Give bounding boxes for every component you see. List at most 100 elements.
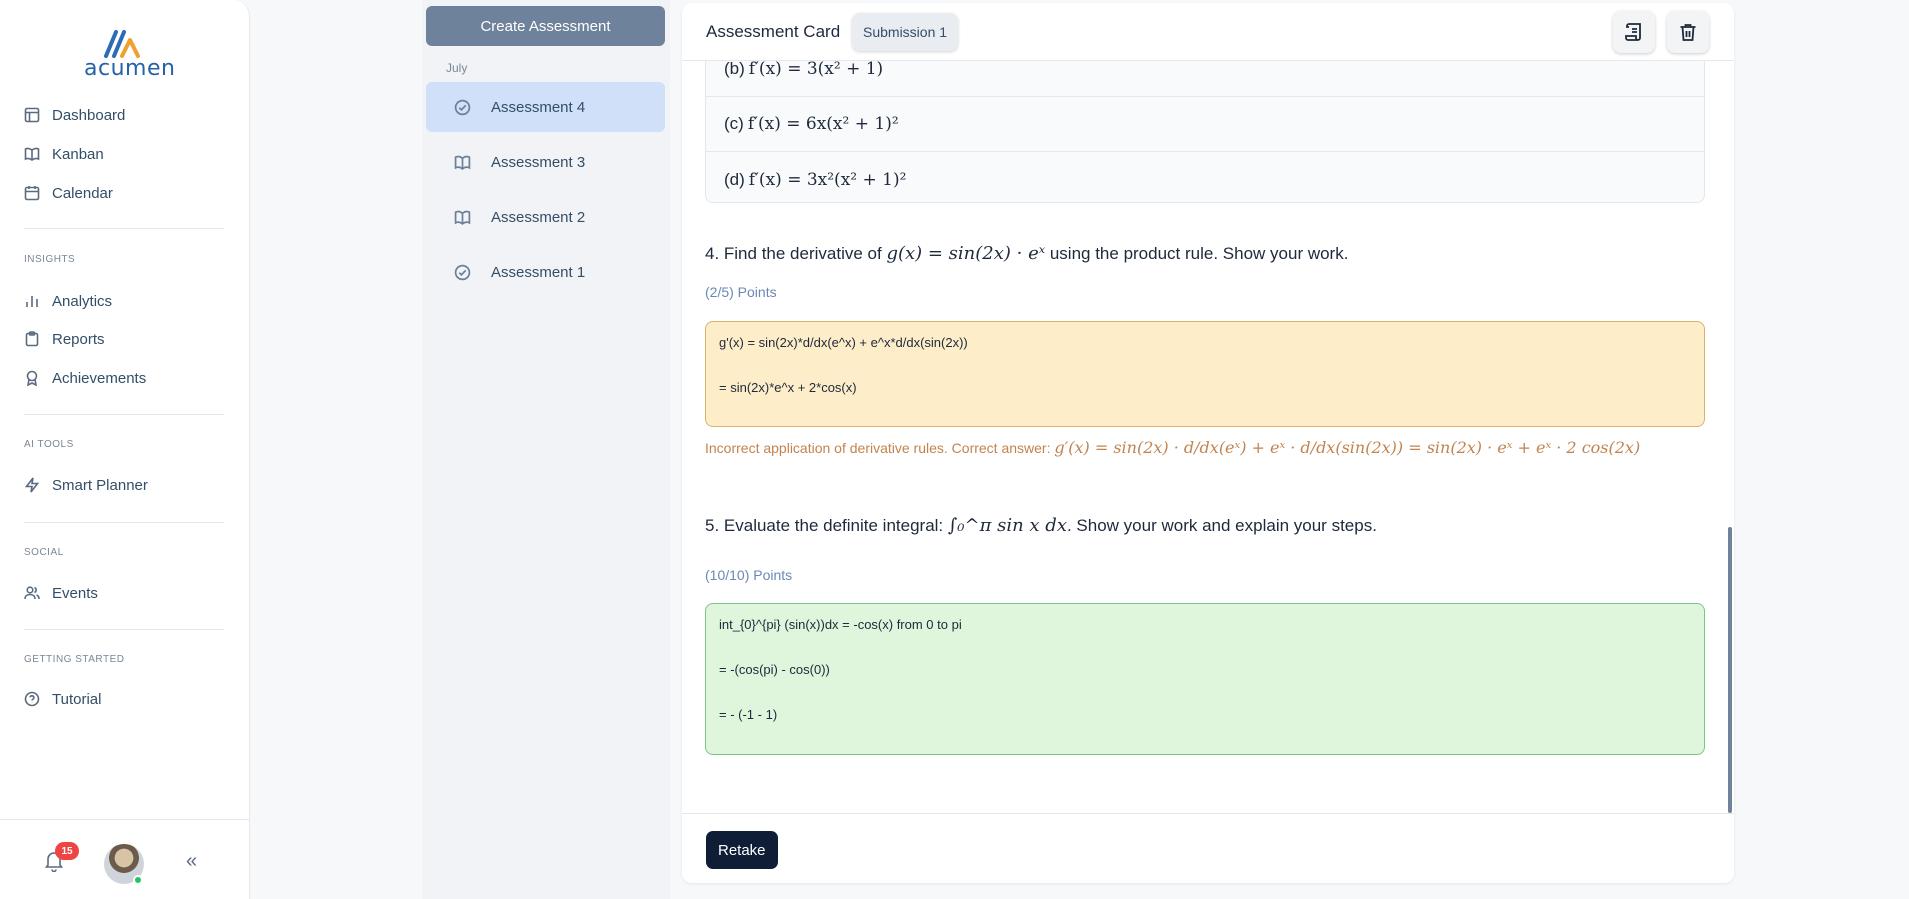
users-icon xyxy=(24,586,40,600)
card-content: (b) f′(x) = 3(x² + 1) (c) f′(x) = 6x(x² … xyxy=(682,61,1734,813)
answer-options: (b) f′(x) = 3(x² + 1) (c) f′(x) = 6x(x² … xyxy=(705,61,1705,203)
submission-selector[interactable]: Submission 1 xyxy=(852,13,959,51)
option-c: (c) f′(x) = 6x(x² + 1)² xyxy=(706,97,1704,152)
option-text: f′(x) = 3x²(x² + 1)² xyxy=(748,169,907,190)
divider xyxy=(24,629,224,630)
check-circle-icon xyxy=(454,264,471,280)
question-5: 5. Evaluate the definite integral: ∫₀^π … xyxy=(705,515,1377,536)
card-title: Assessment Card xyxy=(706,22,841,41)
feedback-math: g′(x) = sin(2x) · d/dx(eˣ) + eˣ · d/dx(s… xyxy=(1054,438,1641,457)
layout-icon xyxy=(24,107,40,123)
scroll-text-icon xyxy=(1625,23,1641,41)
nav-label: Smart Planner xyxy=(52,476,148,494)
assessment-label: Assessment 1 xyxy=(491,263,586,281)
nav-analytics[interactable]: Analytics xyxy=(24,287,112,315)
question-math: g(x) = sin(2x) · eˣ xyxy=(886,243,1046,264)
bar-chart-icon xyxy=(26,296,38,307)
award-icon xyxy=(26,370,38,386)
delete-button[interactable] xyxy=(1667,11,1709,53)
divider xyxy=(24,414,224,415)
nav-label: Calendar xyxy=(52,184,113,202)
answer-line: int_{0}^{pi} (sin(x))dx = -cos(x) from 0… xyxy=(719,617,962,632)
question-text: . Show your work and explain your steps. xyxy=(1066,516,1377,535)
zap-icon xyxy=(24,477,40,493)
nav-reports[interactable]: Reports xyxy=(24,325,105,353)
answer-textarea-q5[interactable]: int_{0}^{pi} (sin(x))dx = -cos(x) from 0… xyxy=(705,603,1705,755)
nav-label: Tutorial xyxy=(52,690,102,708)
app-root: acumen Dashboard Kanban Calendar INSIGHT… xyxy=(0,0,1909,899)
option-label: (b) xyxy=(724,61,745,78)
nav-kanban[interactable]: Kanban xyxy=(24,140,104,168)
trash-icon xyxy=(1680,24,1696,41)
card-footer: Retake xyxy=(682,813,1734,883)
nav-calendar[interactable]: Calendar xyxy=(24,179,113,207)
assessment-item-3[interactable]: Assessment 3 xyxy=(426,137,665,187)
feedback-message: Incorrect application of derivative rule… xyxy=(705,440,1055,456)
nav-dashboard[interactable]: Dashboard xyxy=(24,101,125,129)
card-header: Assessment Card Submission 1 xyxy=(682,3,1734,61)
assessment-item-4[interactable]: Assessment 4 xyxy=(426,82,665,132)
nav-label: Kanban xyxy=(52,145,104,163)
assessment-list-panel xyxy=(422,0,670,899)
scroll-button[interactable] xyxy=(1613,11,1655,53)
answer-line: = -(cos(pi) - cos(0)) xyxy=(719,662,830,677)
create-assessment-button[interactable]: Create Assessment xyxy=(426,6,665,46)
section-insights: INSIGHTS xyxy=(24,254,76,265)
nav-label: Events xyxy=(52,584,98,602)
notification-badge: 15 xyxy=(55,842,79,860)
question-4: 4. Find the derivative of g(x) = sin(2x)… xyxy=(705,243,1348,264)
answer-line: g'(x) = sin(2x)*d/dx(e^x) + e^x*d/dx(sin… xyxy=(719,335,968,350)
section-social: SOCIAL xyxy=(24,547,64,558)
points-label: (10/10) Points xyxy=(705,567,793,583)
divider xyxy=(24,522,224,523)
section-getting-started: GETTING STARTED xyxy=(24,654,125,665)
nav-label: Achievements xyxy=(52,369,147,387)
sidebar-footer: 15 « xyxy=(0,819,250,899)
answer-line: = 2 xyxy=(719,748,1691,754)
calendar-icon xyxy=(24,186,40,201)
check-circle-icon xyxy=(454,99,471,115)
nav-label: Reports xyxy=(52,330,105,348)
sidebar: acumen Dashboard Kanban Calendar INSIGHT… xyxy=(0,0,250,899)
month-label: July xyxy=(446,61,468,75)
question-text: 5. Evaluate the definite integral: xyxy=(705,516,948,535)
clipboard-icon xyxy=(25,331,39,347)
book-icon xyxy=(24,147,40,162)
option-b: (b) f′(x) = 3(x² + 1) xyxy=(706,61,1704,97)
book-open-icon xyxy=(454,210,471,225)
option-label: (d) xyxy=(724,169,745,189)
section-ai-tools: AI TOOLS xyxy=(24,439,74,450)
book-open-icon xyxy=(454,155,471,170)
option-text: f′(x) = 3(x² + 1) xyxy=(748,61,884,79)
nav-label: Analytics xyxy=(52,292,113,310)
content-scrollbar[interactable] xyxy=(1728,527,1732,813)
feedback-text: Incorrect application of derivative rule… xyxy=(705,438,1640,457)
assessment-label: Assessment 2 xyxy=(491,208,586,226)
assessment-item-2[interactable]: Assessment 2 xyxy=(426,192,665,242)
assessment-label: Assessment 4 xyxy=(491,98,586,116)
question-math: ∫₀^π sin x dx xyxy=(947,515,1067,536)
nav-achievements[interactable]: Achievements xyxy=(24,364,146,392)
points-label: (2/5) Points xyxy=(705,284,777,300)
assessment-item-1[interactable]: Assessment 1 xyxy=(426,247,665,297)
assessment-label: Assessment 3 xyxy=(491,153,586,171)
answer-line: = - (-1 - 1) xyxy=(719,707,778,722)
option-text: f′(x) = 6x(x² + 1)² xyxy=(747,114,899,134)
option-label: (c) xyxy=(724,114,744,133)
nav-events[interactable]: Events xyxy=(24,579,98,607)
answer-line: = sin(2x)*e^x + 2*cos(x) xyxy=(719,380,857,395)
nav-smart-planner[interactable]: Smart Planner xyxy=(24,471,148,499)
help-circle-icon xyxy=(24,691,40,707)
retake-button[interactable]: Retake xyxy=(706,831,778,869)
collapse-sidebar-icon[interactable]: « xyxy=(186,850,197,873)
brand-name: acumen xyxy=(84,56,176,81)
online-status-indicator xyxy=(133,875,143,885)
nav-tutorial[interactable]: Tutorial xyxy=(24,685,101,713)
option-d: (d) f′(x) = 3x²(x² + 1)² xyxy=(706,152,1704,207)
nav-label: Dashboard xyxy=(52,106,126,124)
question-text: 4. Find the derivative of xyxy=(705,244,887,263)
answer-textarea-q4[interactable]: g'(x) = sin(2x)*d/dx(e^x) + e^x*d/dx(sin… xyxy=(705,321,1705,427)
assessment-card: Assessment Card Submission 1 (b) f′(x) =… xyxy=(682,3,1734,883)
question-text: using the product rule. Show your work. xyxy=(1045,244,1349,263)
divider xyxy=(24,228,224,229)
